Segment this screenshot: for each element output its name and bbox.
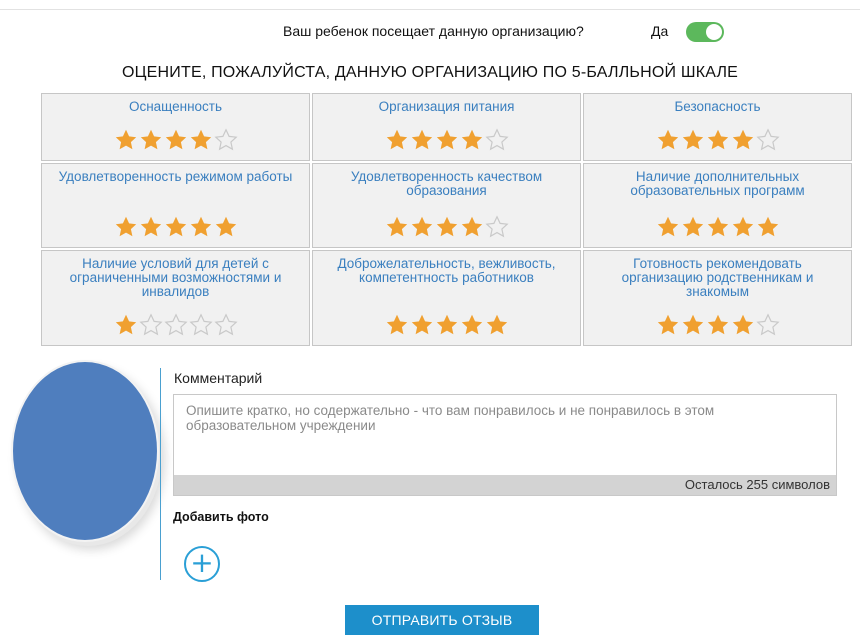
char-counter: Осталось 255 символов [174, 475, 836, 495]
star-filled-icon[interactable] [435, 128, 459, 152]
star-empty-icon[interactable] [213, 313, 238, 337]
rating-item-label: Доброжелательность, вежливость, компетен… [337, 256, 556, 285]
star-filled-icon[interactable] [114, 313, 138, 337]
rating-item: Готовность рекомендовать организацию род… [583, 250, 852, 346]
rating-item-label: Удовлетворенность режимом работы [58, 169, 293, 184]
rating-item: Удовлетворенность режимом работы [41, 163, 310, 248]
rating-item: Организация питания [312, 93, 581, 161]
star-filled-icon[interactable] [656, 215, 680, 239]
star-empty-icon[interactable] [755, 128, 780, 152]
star-filled-icon[interactable] [114, 215, 138, 239]
star-filled-icon[interactable] [139, 215, 163, 239]
star-filled-icon[interactable] [385, 215, 409, 239]
attendance-question: Ваш ребенок посещает данную организацию? [283, 23, 584, 39]
star-rating [114, 313, 238, 337]
star-filled-icon[interactable] [731, 128, 755, 152]
star-filled-icon[interactable] [114, 128, 138, 152]
star-filled-icon[interactable] [189, 128, 213, 152]
star-filled-icon[interactable] [435, 313, 459, 337]
top-divider [0, 9, 860, 10]
rating-item: Наличие условий для детей с ограниченным… [41, 250, 310, 346]
rating-item-label: Наличие условий для детей с ограниченным… [69, 256, 282, 299]
star-filled-icon[interactable] [706, 128, 730, 152]
star-filled-icon[interactable] [681, 313, 705, 337]
star-filled-icon[interactable] [485, 313, 509, 337]
star-filled-icon[interactable] [410, 128, 434, 152]
star-filled-icon[interactable] [460, 313, 484, 337]
star-rating [385, 128, 509, 152]
star-empty-icon[interactable] [163, 313, 188, 337]
star-rating [656, 215, 780, 239]
rating-item-label: Наличие дополнительных образовательных п… [630, 169, 805, 198]
star-filled-icon[interactable] [139, 128, 163, 152]
star-empty-icon[interactable] [484, 128, 509, 152]
star-rating [114, 128, 238, 152]
star-filled-icon[interactable] [706, 313, 730, 337]
star-filled-icon[interactable] [731, 215, 755, 239]
submit-review-button[interactable]: ОТПРАВИТЬ ОТЗЫВ [345, 605, 539, 635]
star-filled-icon[interactable] [681, 128, 705, 152]
star-rating [114, 215, 238, 239]
star-filled-icon[interactable] [460, 215, 484, 239]
star-filled-icon[interactable] [460, 128, 484, 152]
star-filled-icon[interactable] [410, 313, 434, 337]
avatar [11, 360, 159, 542]
star-rating [656, 313, 780, 337]
star-filled-icon[interactable] [164, 128, 188, 152]
star-rating [385, 313, 509, 337]
attendance-question-row: Ваш ребенок посещает данную организацию?… [0, 19, 860, 45]
comment-box: Осталось 255 символов [173, 394, 837, 496]
vertical-divider [160, 368, 161, 580]
star-filled-icon[interactable] [189, 215, 213, 239]
star-filled-icon[interactable] [681, 215, 705, 239]
star-filled-icon[interactable] [756, 215, 780, 239]
rating-item: Наличие дополнительных образовательных п… [583, 163, 852, 248]
rating-item-label: Удовлетворенность качеством образования [350, 169, 543, 198]
attendance-answer: Да [651, 23, 669, 39]
rating-item: Оснащенность [41, 93, 310, 161]
rating-item-label: Организация питания [378, 99, 515, 114]
rating-item: Безопасность [583, 93, 852, 161]
rating-grid: Оснащенность Организация питания Безопасно… [41, 93, 852, 346]
add-photo-label: Добавить фото [173, 510, 269, 524]
rating-item-label: Оснащенность [128, 99, 223, 114]
star-rating [656, 128, 780, 152]
star-filled-icon[interactable] [731, 313, 755, 337]
star-filled-icon[interactable] [385, 313, 409, 337]
star-empty-icon[interactable] [484, 215, 509, 239]
star-rating [385, 215, 509, 239]
star-filled-icon[interactable] [214, 215, 238, 239]
star-filled-icon[interactable] [656, 128, 680, 152]
star-filled-icon[interactable] [410, 215, 434, 239]
star-filled-icon[interactable] [435, 215, 459, 239]
star-empty-icon[interactable] [213, 128, 238, 152]
star-filled-icon[interactable] [164, 215, 188, 239]
plus-circle-icon: + [190, 546, 214, 579]
star-filled-icon[interactable] [656, 313, 680, 337]
rating-heading: ОЦЕНИТЕ, ПОЖАЛУЙСТА, ДАННУЮ ОРГАНИЗАЦИЮ … [121, 64, 739, 81]
comment-label: Комментарий [174, 370, 263, 386]
rating-item-label: Безопасность [674, 99, 761, 114]
attendance-toggle[interactable] [686, 22, 724, 42]
rating-item: Удовлетворенность качеством образования [312, 163, 581, 248]
rating-item-label: Готовность рекомендовать организацию род… [621, 256, 814, 299]
star-empty-icon[interactable] [188, 313, 213, 337]
toggle-knob [706, 24, 722, 40]
comment-textarea[interactable] [174, 395, 836, 475]
star-empty-icon[interactable] [138, 313, 163, 337]
rating-item: Доброжелательность, вежливость, компетен… [312, 250, 581, 346]
add-photo-button[interactable]: + [184, 546, 220, 582]
star-filled-icon[interactable] [706, 215, 730, 239]
star-empty-icon[interactable] [755, 313, 780, 337]
star-filled-icon[interactable] [385, 128, 409, 152]
